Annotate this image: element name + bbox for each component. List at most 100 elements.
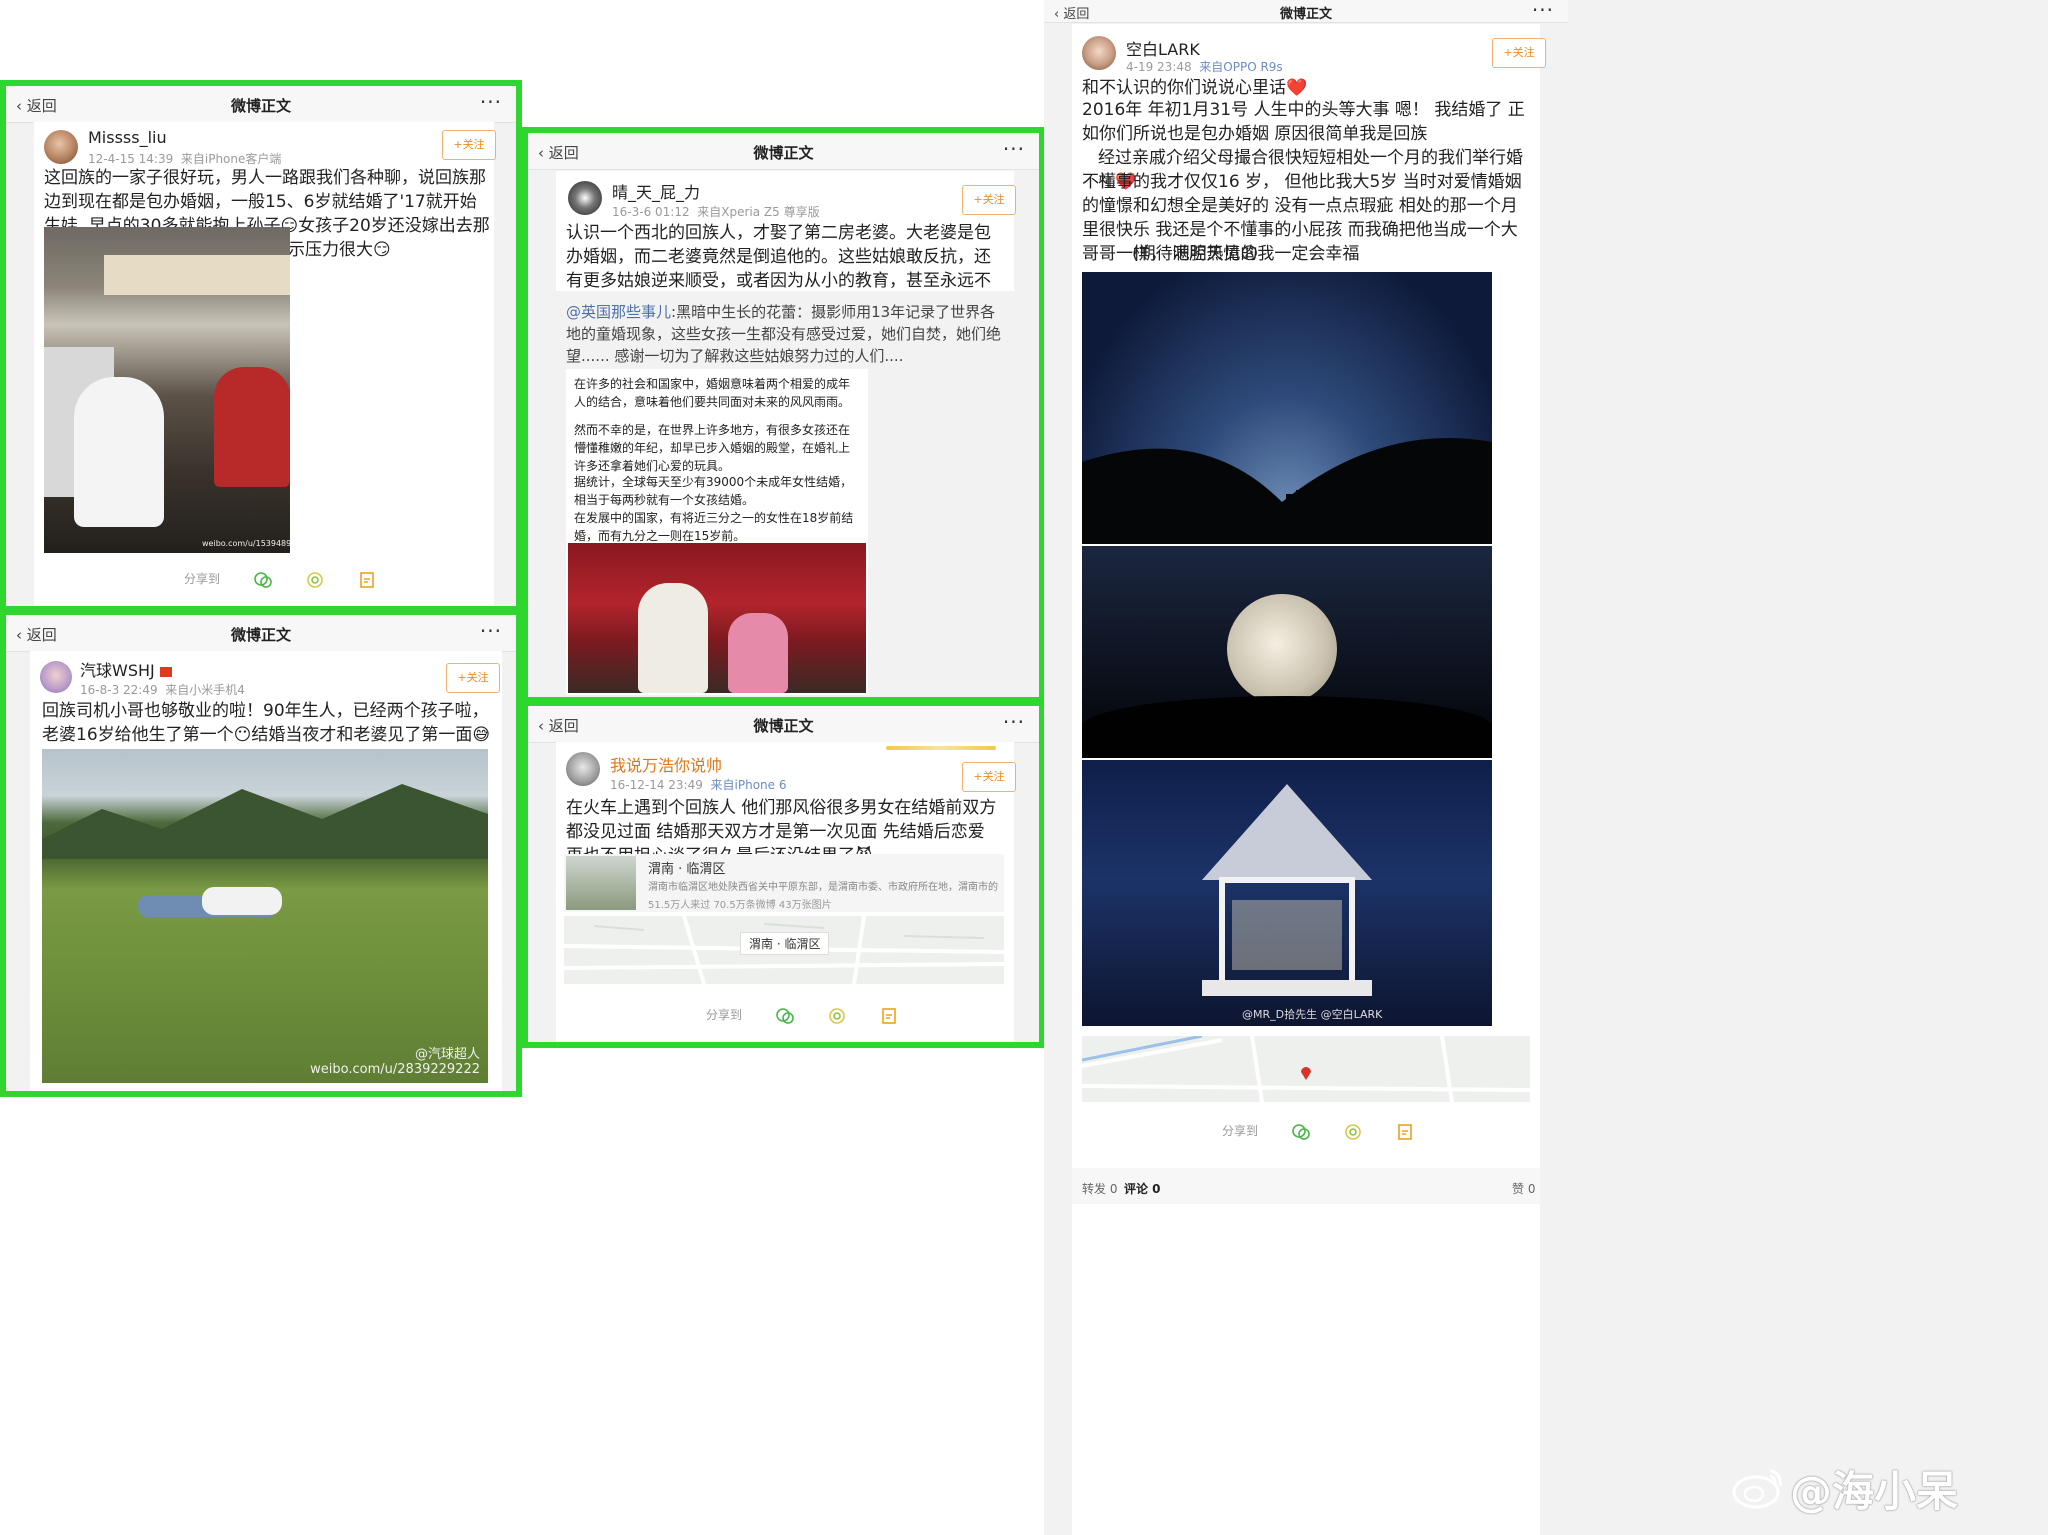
article-photo	[568, 543, 866, 693]
repost-handle[interactable]: @英国那些事儿	[566, 303, 671, 321]
photo-man	[638, 583, 708, 693]
article-p2: 然而不幸的是，在世界上许多地方，有很多女孩还在懵懂稚嫩的年纪，却早已步入婚姻的殿…	[574, 423, 851, 473]
post-meta: 16-3-6 01:12 来自Xperia Z5 尊享版	[612, 203, 820, 220]
photo-starry-sky[interactable]	[1082, 272, 1492, 544]
username[interactable]: 汽球WSHJ	[80, 657, 172, 681]
username[interactable]: 空白LARK	[1126, 36, 1200, 60]
post-photo-train[interactable]: weibo.com/u/1539489110	[44, 227, 290, 553]
follow-button[interactable]: +关注	[1492, 38, 1546, 68]
screenshot-post-5: ‹ 返回 微博正文 ··· 空白LARK 4-19 23:48 来自OPPO R…	[1044, 0, 2048, 1535]
avatar[interactable]	[44, 130, 78, 164]
more-icon[interactable]: ···	[480, 90, 502, 114]
post-time: 4-19 23:48	[1126, 60, 1192, 74]
location-map[interactable]	[1082, 1036, 1530, 1102]
photo-person-torso	[202, 887, 282, 915]
location-map[interactable]: 渭南 · 临渭区	[564, 916, 1004, 984]
post-photo-meadow[interactable]: @汽球超人 weibo.com/u/2839229222	[42, 749, 488, 1083]
member-badge-icon	[159, 666, 172, 677]
map-pin-icon	[1301, 1067, 1311, 1080]
post-time: 16-12-14 23:49	[610, 778, 703, 792]
photo-ground	[1082, 696, 1492, 758]
top-bar: ‹ 返回 微博正文 ···	[6, 86, 516, 123]
username-text: 汽球WSHJ	[80, 661, 155, 680]
post-meta: 16-8-3 22:49 来自小米手机4	[80, 681, 245, 698]
weibo-logo-icon	[1732, 1468, 1782, 1509]
place-card[interactable]: 渭南 · 临渭区 渭南市临渭区地处陕西省关中平原东部，是渭南市委、市政府所在地，…	[564, 854, 1004, 912]
more-icon[interactable]: ···	[1532, 0, 1554, 22]
avatar[interactable]	[568, 181, 602, 215]
photo-girl	[728, 613, 788, 693]
post-time: 16-3-6 01:12	[612, 205, 690, 219]
post-card: 我说万浩你说帅 16-12-14 23:49 来自iPhone 6 +关注 在火…	[556, 742, 1016, 1042]
photo-pavilion[interactable]: @MR_D拾先生 @空白LARK	[1082, 760, 1492, 1026]
tab-comment[interactable]: 评论 0	[1124, 1180, 1161, 1197]
photo-person-2	[214, 367, 290, 487]
share-bar: 分享到	[184, 570, 376, 589]
follow-button[interactable]: +关注	[446, 663, 500, 693]
moments-icon[interactable]	[306, 571, 324, 589]
post-time: 12-4-15 14:39	[88, 152, 174, 166]
username[interactable]: 我说万浩你说帅	[610, 752, 722, 776]
screenshot-post-1: ‹ 返回 微博正文 ··· Missss_liu 12-4-15 14:39 来…	[0, 80, 522, 612]
photo-mountains	[42, 784, 488, 859]
photo-hills	[1082, 438, 1492, 544]
more-icon[interactable]: ···	[480, 619, 502, 643]
map-label: 渭南 · 临渭区	[740, 932, 830, 955]
pavilion-shape	[1202, 784, 1372, 996]
username[interactable]: Missss_liu	[88, 128, 167, 147]
page-watermark: @海小呆	[1730, 1458, 2030, 1518]
photo-watermark: @汽球超人 weibo.com/u/2839229222	[310, 1047, 480, 1077]
moments-icon[interactable]	[828, 1007, 846, 1025]
avatar[interactable]	[40, 661, 72, 693]
article-image[interactable]: 在许多的社会和国家中，婚姻意味着两个相爱的成年人的结合，意味着他们要共同面对未来…	[566, 369, 868, 695]
page-watermark-text: @海小呆	[1790, 1467, 1959, 1516]
moments-icon[interactable]	[1344, 1123, 1362, 1141]
post-source: 来自iPhone 6	[710, 778, 787, 792]
avatar[interactable]	[1082, 36, 1116, 70]
photo-bunk	[104, 255, 290, 295]
avatar[interactable]	[566, 752, 600, 786]
photo-watermark: @MR_D拾先生 @空白LARK	[1242, 1006, 1382, 1022]
photo-watermark-url: weibo.com/u/2839229222	[310, 1062, 480, 1077]
share-bar: 分享到	[1222, 1122, 1414, 1141]
favorite-icon[interactable]	[880, 1007, 898, 1025]
share-label: 分享到	[706, 1008, 743, 1022]
place-name: 渭南 · 临渭区	[648, 862, 726, 877]
more-icon[interactable]: ···	[1003, 137, 1025, 161]
card-top-decoration	[886, 746, 996, 750]
page-title: 微博正文	[753, 144, 814, 162]
post-source: 来自OPPO R9s	[1199, 60, 1283, 74]
photo-person	[74, 377, 164, 527]
follow-button[interactable]: +关注	[442, 130, 496, 160]
favorite-icon[interactable]	[358, 571, 376, 589]
post-text: 2016年 年初1月31号 人生中的头等大事 嗯！ 我结婚了 正如你们所说也是包…	[1082, 100, 1525, 144]
follow-button[interactable]: +关注	[962, 185, 1016, 215]
follow-button[interactable]: +关注	[962, 762, 1016, 792]
tab-like[interactable]: 赞 0	[1512, 1180, 1535, 1197]
article-p3: 据统计，全球每天至少有39000个未成年女性结婚，相当于每两秒就有一个女孩结婚。	[574, 475, 853, 507]
username[interactable]: 晴_天_屁_力	[612, 179, 700, 203]
share-bar: 分享到	[706, 1006, 898, 1025]
wechat-icon[interactable]	[776, 1007, 794, 1025]
wechat-icon[interactable]	[1292, 1123, 1310, 1141]
photo-moon[interactable]	[1082, 546, 1492, 758]
post-source: 来自Xperia Z5 尊享版	[697, 205, 820, 219]
screenshot-post-4: ‹ 返回 微博正文 ··· 我说万浩你说帅 16-12-14 23:49 来自i…	[522, 700, 1045, 1048]
favorite-icon[interactable]	[1396, 1123, 1414, 1141]
place-desc: 渭南市临渭区地处陕西省关中平原东部，是渭南市委、市政府所在地，渭南市的政治中心。…	[648, 882, 998, 893]
page-title: 微博正文	[230, 626, 291, 644]
tab-repost[interactable]: 转发 0	[1082, 1180, 1117, 1197]
post-card: 晴_天_屁_力 16-3-6 01:12 来自Xperia Z5 尊享版 +关注…	[556, 171, 1016, 697]
screenshot-post-2: ‹ 返回 微博正文 ··· 汽球WSHJ 16-8-3 22:49 来自小米手机…	[0, 609, 522, 1097]
more-icon[interactable]: ···	[1003, 710, 1025, 734]
post-card: Missss_liu 12-4-15 14:39 来自iPhone客户端 +关注…	[34, 122, 496, 606]
place-thumb	[566, 856, 636, 910]
post-text-4: (期待吧明天见😩	[1132, 244, 1259, 264]
screenshot-post-3: ‹ 返回 微博正文 ··· 晴_天_屁_力 16-3-6 01:12 来自Xpe…	[522, 127, 1045, 703]
post-card: 汽球WSHJ 16-8-3 22:49 来自小米手机4 +关注 回族司机小哥也够…	[30, 651, 502, 1091]
top-bar: ‹ 返回 微博正文 ···	[1044, 0, 1568, 23]
post-text-line1: 和不认识的你们说说心里话❤️	[1082, 78, 1308, 98]
page-title: 微博正文	[230, 97, 291, 115]
wechat-icon[interactable]	[254, 571, 272, 589]
photo-watermark-2: @空白LARK	[1320, 1008, 1383, 1021]
